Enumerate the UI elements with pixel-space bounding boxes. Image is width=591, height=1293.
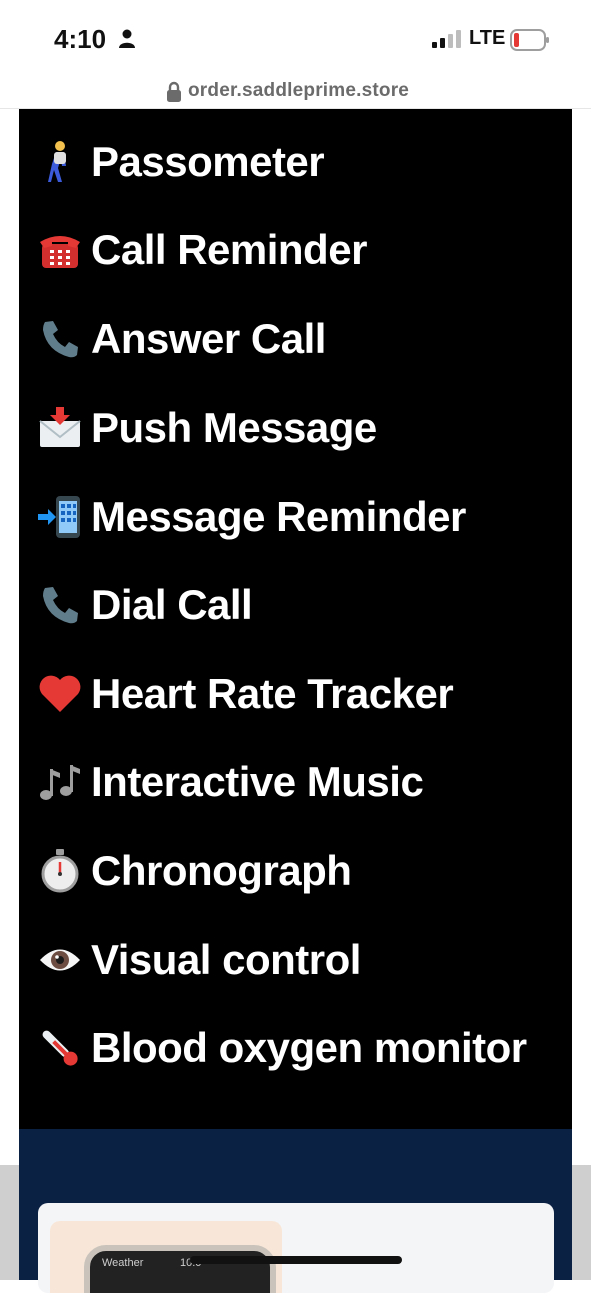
status-time: 4:10 xyxy=(54,24,107,54)
feature-item-push-message: Push Message xyxy=(19,398,572,458)
feature-label: Interactive Music xyxy=(91,758,424,805)
url-text[interactable]: order.saddleprime.store xyxy=(188,80,409,102)
feature-item-interactive-music: Interactive Music xyxy=(19,752,572,812)
person-walking-icon xyxy=(37,139,83,185)
page-backdrop-left xyxy=(0,1165,19,1280)
phone-receiver-icon xyxy=(37,316,83,362)
mobile-arrow-icon xyxy=(37,494,83,540)
feature-item-visual-control: Visual control xyxy=(19,930,572,990)
network-type: LTE xyxy=(469,27,506,49)
lock-icon xyxy=(167,81,181,102)
person-icon xyxy=(119,29,135,48)
thermometer-icon xyxy=(37,1025,83,1071)
browser-url-bar[interactable]: order.saddleprime.store xyxy=(0,78,591,109)
feature-item-call-reminder: Call Reminder xyxy=(19,220,572,280)
feature-item-passometer: Passometer xyxy=(19,132,572,192)
eye-icon xyxy=(37,937,83,983)
feature-item-blood-oxygen-monitor: Blood oxygen monitor xyxy=(19,1018,572,1078)
home-indicator[interactable] xyxy=(190,1256,402,1264)
status-bar: 4:10 LTE xyxy=(0,0,591,78)
feature-label: Message Reminder xyxy=(91,493,466,540)
smartwatch-image: Weather 10:0 xyxy=(84,1245,276,1293)
feature-label: Answer Call xyxy=(91,315,326,362)
heart-icon xyxy=(37,671,83,717)
feature-item-message-reminder: Message Reminder xyxy=(19,487,572,547)
envelope-arrow-icon xyxy=(37,405,83,451)
feature-label: Visual control xyxy=(91,936,361,983)
feature-label: Heart Rate Tracker xyxy=(91,670,454,717)
features-list: Passometer Call Reminder Answer Call Pus… xyxy=(19,109,572,1129)
telephone-icon xyxy=(37,227,83,273)
feature-item-dial-call: Dial Call xyxy=(19,575,572,635)
feature-item-chronograph: Chronograph xyxy=(19,841,572,901)
feature-label: Blood oxygen monitor xyxy=(91,1024,527,1071)
feature-item-heart-rate-tracker: Heart Rate Tracker xyxy=(19,664,572,724)
music-notes-icon xyxy=(37,759,83,805)
feature-label: Chronograph xyxy=(91,847,352,894)
page-backdrop-right xyxy=(572,1165,591,1280)
watch-label: Weather xyxy=(102,1257,144,1269)
feature-label: Push Message xyxy=(91,404,377,451)
feature-label: Passometer xyxy=(91,138,325,185)
signal-icon xyxy=(432,30,461,48)
stopwatch-icon xyxy=(37,848,83,894)
feature-item-answer-call: Answer Call xyxy=(19,309,572,369)
feature-label: Call Reminder xyxy=(91,226,367,273)
feature-label: Dial Call xyxy=(91,581,253,628)
phone-receiver-icon xyxy=(37,582,83,628)
battery-icon xyxy=(510,29,549,51)
